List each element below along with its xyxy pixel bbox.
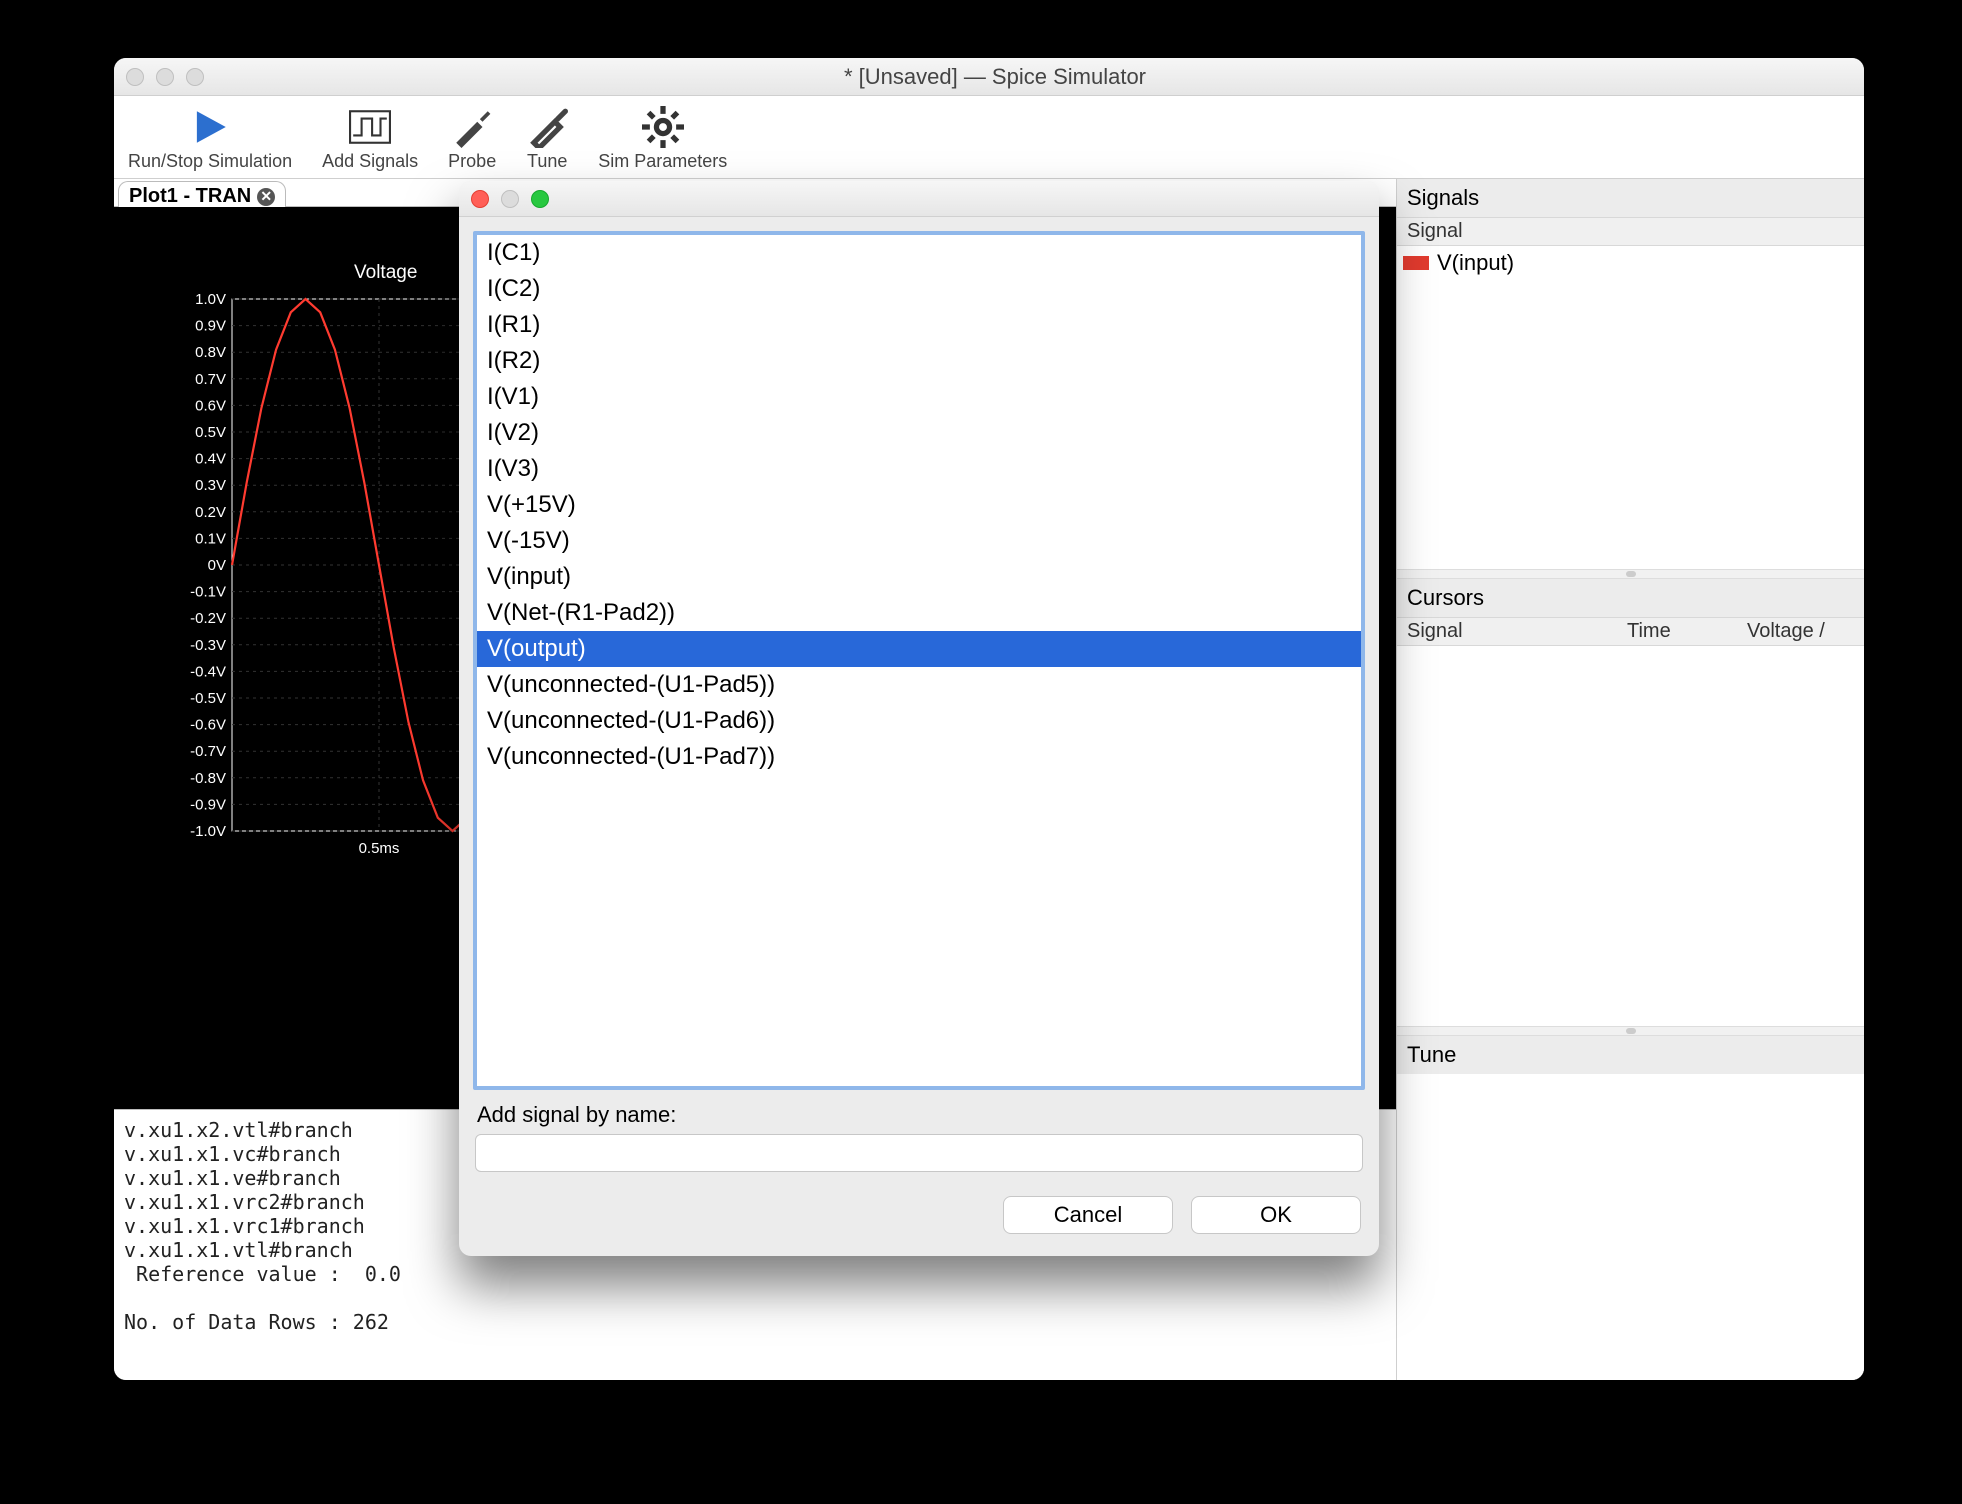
signal-list-item[interactable]: V(unconnected-(U1-Pad7)) [477, 739, 1361, 775]
signal-list-item[interactable]: V(+15V) [477, 487, 1361, 523]
run-button[interactable]: Run/Stop Simulation [118, 102, 302, 178]
dialog-buttons: Cancel OK [459, 1196, 1379, 1256]
square-wave-icon [349, 106, 391, 148]
traffic-max-icon[interactable] [186, 68, 204, 86]
svg-text:-0.6V: -0.6V [190, 717, 226, 734]
svg-text:0.6V: 0.6V [195, 397, 226, 414]
signal-list-item[interactable]: I(R2) [477, 343, 1361, 379]
cursors-header: Signal Time Voltage / [1397, 617, 1864, 646]
close-icon[interactable]: ✕ [257, 188, 275, 206]
dialog-traffic-lights [471, 190, 549, 208]
svg-text:0.1V: 0.1V [195, 530, 226, 547]
svg-text:-0.7V: -0.7V [190, 743, 226, 760]
cursors-col-signal: Signal [1407, 620, 1597, 643]
right-column: Signals Signal V(input) Cursors Signal T… [1396, 179, 1864, 1380]
cursors-panel-title: Cursors [1397, 579, 1864, 617]
plot-tab-label: Plot1 - TRAN [129, 185, 251, 208]
svg-text:0.4V: 0.4V [195, 451, 226, 468]
traffic-min-icon[interactable] [156, 68, 174, 86]
cursors-col-voltage: Voltage / [1747, 620, 1825, 643]
titlebar: * [Unsaved] — Spice Simulator [114, 58, 1864, 96]
run-label: Run/Stop Simulation [128, 151, 292, 172]
dialog-titlebar [459, 181, 1379, 217]
svg-text:-0.3V: -0.3V [190, 637, 226, 654]
sim-params-button[interactable]: Sim Parameters [588, 102, 737, 178]
add-signals-button[interactable]: Add Signals [312, 102, 428, 178]
signal-list-item[interactable]: V(unconnected-(U1-Pad5)) [477, 667, 1361, 703]
traffic-close-icon[interactable] [126, 68, 144, 86]
play-icon [189, 106, 231, 148]
signal-list-item[interactable]: V(input) [477, 559, 1361, 595]
screwdriver-icon [526, 106, 568, 148]
add-signal-label: Add signal by name: [459, 1102, 1379, 1134]
dialog-zoom-icon[interactable] [531, 190, 549, 208]
svg-text:-1.0V: -1.0V [190, 823, 226, 840]
svg-text:0.7V: 0.7V [195, 371, 226, 388]
signal-list-item[interactable]: I(C2) [477, 271, 1361, 307]
signal-list-item[interactable]: I(R1) [477, 307, 1361, 343]
signals-list[interactable]: V(input) [1397, 246, 1864, 569]
toolbar: Run/Stop Simulation Add Signals Probe Tu… [114, 96, 1864, 179]
svg-text:1.0V: 1.0V [195, 291, 226, 308]
svg-text:0.5ms: 0.5ms [359, 840, 400, 857]
signal-name-input[interactable] [475, 1134, 1363, 1172]
svg-text:0.2V: 0.2V [195, 504, 226, 521]
tune-body[interactable] [1397, 1074, 1864, 1380]
signals-panel-title: Signals [1397, 179, 1864, 217]
signal-list-item[interactable]: V(unconnected-(U1-Pad6)) [477, 703, 1361, 739]
sim-params-label: Sim Parameters [598, 151, 727, 172]
probe-icon [451, 106, 493, 148]
signal-list-item[interactable]: I(C1) [477, 235, 1361, 271]
dialog-min-icon [501, 190, 519, 208]
tune-button[interactable]: Tune [516, 102, 578, 178]
svg-text:0.5V: 0.5V [195, 424, 226, 441]
gear-icon [642, 106, 684, 148]
cancel-button[interactable]: Cancel [1003, 1196, 1173, 1234]
svg-text:-0.1V: -0.1V [190, 584, 226, 601]
signals-header: Signal [1397, 217, 1864, 246]
signals-header-label: Signal [1407, 220, 1463, 243]
signal-color-swatch [1403, 256, 1429, 270]
traffic-lights [126, 68, 204, 86]
signal-list-item[interactable]: I(V1) [477, 379, 1361, 415]
signal-list-item[interactable]: V(-15V) [477, 523, 1361, 559]
panel-resize-handle[interactable] [1397, 1026, 1864, 1036]
cursors-body[interactable] [1397, 646, 1864, 1026]
probe-label: Probe [448, 151, 496, 172]
svg-text:-0.8V: -0.8V [190, 770, 226, 787]
svg-text:-0.5V: -0.5V [190, 690, 226, 707]
signal-list-item[interactable]: I(V3) [477, 451, 1361, 487]
add-signal-dialog: I(C1)I(C2)I(R1)I(R2)I(V1)I(V2)I(V3)V(+15… [459, 181, 1379, 1256]
svg-text:0.8V: 0.8V [195, 344, 226, 361]
svg-text:0.3V: 0.3V [195, 477, 226, 494]
svg-text:-0.2V: -0.2V [190, 610, 226, 627]
dialog-close-icon[interactable] [471, 190, 489, 208]
ok-button[interactable]: OK [1191, 1196, 1361, 1234]
svg-text:-0.4V: -0.4V [190, 663, 226, 680]
add-signals-label: Add Signals [322, 151, 418, 172]
chart-title: Voltage [354, 262, 417, 284]
signal-list-item[interactable]: I(V2) [477, 415, 1361, 451]
svg-text:0.9V: 0.9V [195, 318, 226, 335]
cursors-col-time: Time [1627, 620, 1717, 643]
probe-button[interactable]: Probe [438, 102, 506, 178]
svg-text:0V: 0V [208, 557, 226, 574]
svg-text:-0.9V: -0.9V [190, 796, 226, 813]
tune-label: Tune [527, 151, 567, 172]
signal-row[interactable]: V(input) [1403, 250, 1858, 276]
signal-list-item[interactable]: V(Net-(R1-Pad2)) [477, 595, 1361, 631]
signal-list[interactable]: I(C1)I(C2)I(R1)I(R2)I(V1)I(V2)I(V3)V(+15… [473, 231, 1365, 1090]
tune-panel-title: Tune [1397, 1036, 1864, 1074]
window-title: * [Unsaved] — Spice Simulator [204, 64, 1786, 90]
panel-resize-handle[interactable] [1397, 569, 1864, 579]
signal-list-item[interactable]: V(output) [477, 631, 1361, 667]
signal-name: V(input) [1437, 250, 1514, 276]
